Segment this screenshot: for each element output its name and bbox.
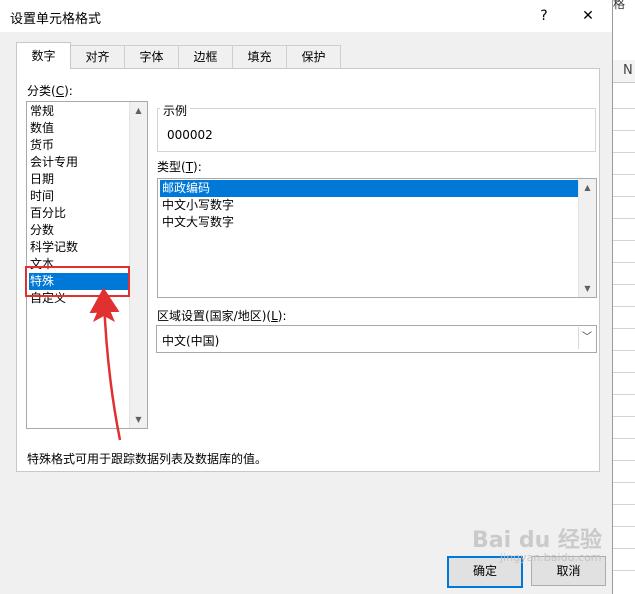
gridline [612,130,635,131]
column-letter: N [623,63,633,78]
gridline [612,196,635,197]
tab-alignment[interactable]: 对齐 [70,45,125,68]
list-item[interactable]: 会计专用 [29,154,130,171]
tab-border[interactable]: 边框 [178,45,233,68]
type-scrollbar[interactable]: ▲ ▼ [578,179,596,297]
gridline [612,504,635,505]
sample-value: 000002 [167,128,213,142]
locale-label: 区域设置(国家/地区)(L): [157,309,287,323]
chevron-down-icon[interactable]: ﹀ [578,327,595,349]
tab-font[interactable]: 字体 [124,45,179,68]
gridline [612,350,635,351]
gridline [612,372,635,373]
list-item[interactable]: 日期 [29,171,130,188]
list-item[interactable]: 数值 [29,120,130,137]
gridline [612,460,635,461]
list-item[interactable]: 货币 [29,137,130,154]
background-spreadsheet: N [612,0,635,594]
gridline [612,438,635,439]
list-item[interactable]: 中文小写数字 [160,197,580,214]
category-list[interactable]: 常规 数值 货币 会计专用 日期 时间 百分比 分数 科学记数 文本 特殊 自定… [26,101,148,429]
scroll-up-icon[interactable]: ▲ [579,179,596,196]
watermark-url: jingyan.baidu.com [500,551,602,564]
scroll-down-icon[interactable]: ▼ [579,280,596,297]
locale-dropdown[interactable]: 中文(中国) ﹀ [156,325,597,353]
help-button[interactable]: ? [530,4,558,28]
gridline [612,416,635,417]
gridline [612,284,635,285]
watermark-logo: Bai du 经验 [472,528,602,553]
title-bar: 设置单元格格式 ? ✕ [0,0,612,32]
list-item[interactable]: 科学记数 [29,239,130,256]
gridline [612,526,635,527]
sample-label: 示例 [160,102,191,119]
background-cell-text: 格 [613,0,626,11]
gridline [612,394,635,395]
type-list[interactable]: 邮政编码 中文小写数字 中文大写数字 ▲ ▼ [157,178,597,298]
gridline [612,152,635,153]
scroll-down-icon[interactable]: ▼ [130,411,147,428]
scroll-up-icon[interactable]: ▲ [130,102,147,119]
category-scrollbar[interactable]: ▲ ▼ [129,102,147,428]
tab-number[interactable]: 数字 [16,42,71,69]
gridline [612,218,635,219]
list-item-selected[interactable]: 邮政编码 [160,180,580,197]
list-item[interactable]: 常规 [29,103,130,120]
gridline [612,328,635,329]
gridline [612,108,635,109]
locale-value: 中文(中国) [162,334,220,348]
gridline [612,548,635,549]
gridline [612,306,635,307]
tab-fill[interactable]: 填充 [232,45,287,68]
list-item[interactable]: 百分比 [29,205,130,222]
list-item[interactable]: 分数 [29,222,130,239]
sample-group: 000002 [157,108,596,152]
list-item[interactable]: 时间 [29,188,130,205]
category-label: 分类(C): [27,84,73,98]
annotation-highlight-box [25,266,130,297]
gridline [612,570,635,571]
gridline [612,174,635,175]
gridline [612,262,635,263]
type-label: 类型(T): [157,160,202,174]
dialog-title: 设置单元格格式 [10,12,102,27]
list-item[interactable]: 中文大写数字 [160,214,580,231]
tab-protection[interactable]: 保护 [286,45,341,68]
format-cells-dialog: 设置单元格格式 ? ✕ 数字 对齐 字体 边框 填充 保护 分类(C): 常规 … [0,0,613,594]
close-button[interactable]: ✕ [574,4,602,28]
gridline [612,482,635,483]
gridline [612,240,635,241]
format-description: 特殊格式可用于跟踪数据列表及数据库的值。 [27,452,268,466]
